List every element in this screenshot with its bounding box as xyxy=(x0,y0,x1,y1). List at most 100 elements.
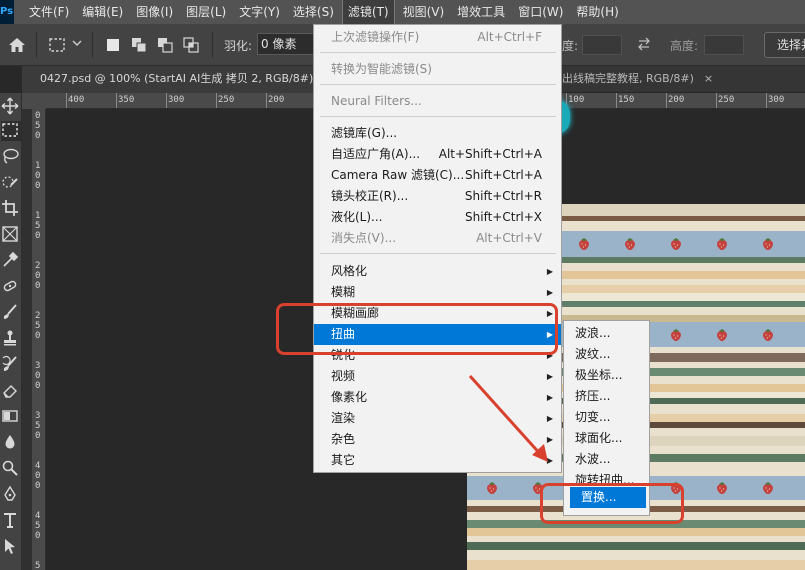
filter-menu-item[interactable]: 自适应广角(A)... Alt+Shift+Ctrl+A xyxy=(314,144,561,165)
filter-menu-item-label: 滤镜库(G)... xyxy=(331,126,398,140)
distort-submenu-item[interactable]: 球面化... xyxy=(564,428,649,449)
ruler-tick-label: 0 xyxy=(35,371,41,381)
lasso-tool-icon[interactable] xyxy=(1,147,21,167)
ruler-tick-label: 100 xyxy=(568,95,585,105)
menu-plugins[interactable]: 增效工具 xyxy=(452,0,510,24)
ruler-tick xyxy=(116,93,117,108)
ruler-tick-label: 200 xyxy=(268,95,285,105)
menu-view[interactable]: 视图(V) xyxy=(398,0,450,24)
ruler-tick-label: 0 xyxy=(35,111,41,121)
ruler-tick-label: 1 xyxy=(35,161,41,171)
distort-submenu-item[interactable]: 波纹... xyxy=(564,344,649,365)
menu-edit[interactable]: 编辑(E) xyxy=(77,0,128,24)
menu-help[interactable]: 帮助(H) xyxy=(571,0,623,24)
clone-stamp-tool-icon[interactable] xyxy=(1,329,21,349)
strawberry-icon xyxy=(579,238,589,250)
pattern-stripe xyxy=(467,560,805,570)
menu-filter[interactable]: 滤镜(T) xyxy=(341,0,395,24)
filter-menu-item[interactable]: Camera Raw 滤镜(C)... Shift+Ctrl+A xyxy=(314,165,561,186)
filter-menu-item-label: 渲染 xyxy=(331,411,356,425)
rectangular-marquee-icon[interactable] xyxy=(48,36,66,54)
distort-submenu-item[interactable]: 切变... xyxy=(564,407,649,428)
ruler-tick-label: 5 xyxy=(35,321,41,331)
strawberry-icon xyxy=(671,328,681,341)
select-and-mask-button[interactable]: 选择并 xyxy=(764,32,805,58)
close-icon[interactable]: × xyxy=(704,72,713,85)
distort-submenu-item[interactable]: 挤压... xyxy=(564,386,649,407)
ruler-tick-label: 0 xyxy=(35,271,41,281)
type-tool-icon[interactable] xyxy=(1,511,21,531)
filter-menu-item: 转换为智能滤镜(S) xyxy=(314,59,561,80)
home-icon[interactable] xyxy=(8,36,26,54)
photoshop-logo-icon: Ps xyxy=(0,0,14,24)
menu-select[interactable]: 选择(S) xyxy=(288,0,339,24)
distort-submenu-item[interactable]: 波浪... xyxy=(564,323,649,344)
ruler-tick-label: 3 xyxy=(35,361,41,371)
filter-menu-item[interactable]: 模糊 ▶ xyxy=(314,282,561,303)
healing-brush-tool-icon[interactable] xyxy=(1,277,21,297)
path-selection-tool-icon[interactable] xyxy=(1,537,21,557)
blur-tool-icon[interactable] xyxy=(1,433,21,453)
distort-submenu-item[interactable]: 极坐标... xyxy=(564,365,649,386)
ruler-tick-label: 4 xyxy=(35,461,41,471)
submenu-arrow-icon: ▶ xyxy=(546,288,553,297)
divider xyxy=(212,32,213,58)
add-to-selection-icon[interactable] xyxy=(130,36,148,54)
filter-menu-item[interactable]: 滤镜库(G)... xyxy=(314,123,561,144)
ruler-tick xyxy=(166,93,167,108)
menu-bar: Ps 文件(F) 编辑(E) 图像(I) 图层(L) 文字(Y) 选择(S) 滤… xyxy=(0,0,805,24)
subtract-from-selection-icon[interactable] xyxy=(156,36,174,54)
pattern-stripe xyxy=(467,528,805,536)
eraser-tool-icon[interactable] xyxy=(1,381,21,401)
menu-shortcut: Alt+Ctrl+V xyxy=(476,231,542,245)
filter-menu-item[interactable]: 镜头校正(R)... Shift+Ctrl+R xyxy=(314,186,561,207)
feather-input[interactable]: 0 像素 xyxy=(257,33,315,55)
distort-submenu-item[interactable]: 水波... xyxy=(564,449,649,470)
swap-icon[interactable] xyxy=(636,36,652,56)
ruler-tick-label: 150 xyxy=(618,95,635,105)
brush-tool-icon[interactable] xyxy=(1,303,21,323)
filter-menu-item-label: 上次滤镜操作(F) xyxy=(331,30,420,44)
gradient-tool-icon[interactable] xyxy=(1,407,21,427)
ruler-tick xyxy=(616,93,617,108)
filter-menu-item[interactable]: 液化(L)... Shift+Ctrl+X xyxy=(314,207,561,228)
ruler-left[interactable]: 050100150200250300350400450500 xyxy=(32,109,46,570)
history-brush-tool-icon[interactable] xyxy=(1,355,21,375)
menu-layer[interactable]: 图层(L) xyxy=(181,0,231,24)
strawberry-icon xyxy=(717,328,727,341)
eyedropper-tool-icon[interactable] xyxy=(1,251,21,271)
filter-menu-item-label: Camera Raw 滤镜(C)... xyxy=(331,168,465,182)
intersect-selection-icon[interactable] xyxy=(182,36,200,54)
menu-image[interactable]: 图像(I) xyxy=(131,0,178,24)
width-input[interactable] xyxy=(582,35,622,55)
marquee-tool-icon[interactable] xyxy=(1,121,21,141)
divider xyxy=(92,32,93,58)
move-tool-icon[interactable] xyxy=(1,97,21,117)
ruler-tick xyxy=(266,93,267,108)
ruler-tick-label: 5 xyxy=(35,421,41,431)
pen-tool-icon[interactable] xyxy=(1,485,21,505)
tab-document-2-title: 出线稿完整教程, RGB/8#) xyxy=(562,72,694,85)
new-selection-icon[interactable] xyxy=(104,36,122,54)
crop-tool-icon[interactable] xyxy=(1,199,21,219)
ruler-tick xyxy=(716,93,717,108)
menu-window[interactable]: 窗口(W) xyxy=(513,0,568,24)
dodge-tool-icon[interactable] xyxy=(1,459,21,479)
height-input[interactable] xyxy=(704,35,744,55)
chevron-down-icon[interactable] xyxy=(72,38,82,51)
filter-menu-item[interactable]: 风格化 ▶ xyxy=(314,261,561,282)
menu-type[interactable]: 文字(Y) xyxy=(234,0,285,24)
divider xyxy=(36,32,37,58)
filter-menu-item-label: 视频 xyxy=(331,369,356,383)
tab-document-1[interactable]: 0427.psd @ 100% (StartAI AI生成 拷贝 2, RGB/… xyxy=(22,66,342,93)
quick-selection-tool-icon[interactable] xyxy=(1,173,21,193)
ruler-tick-label: 0 xyxy=(35,531,41,541)
ruler-tick-label: 0 xyxy=(35,181,41,191)
menu-divider xyxy=(320,52,556,53)
ruler-tick-label: 200 xyxy=(668,95,685,105)
menu-divider xyxy=(320,253,556,254)
menu-file[interactable]: 文件(F) xyxy=(24,0,74,24)
tab-document-2[interactable]: 出线稿完整教程, RGB/8#) × xyxy=(562,66,713,93)
menu-shortcut: Shift+Ctrl+A xyxy=(465,168,542,182)
frame-tool-icon[interactable] xyxy=(1,225,21,245)
